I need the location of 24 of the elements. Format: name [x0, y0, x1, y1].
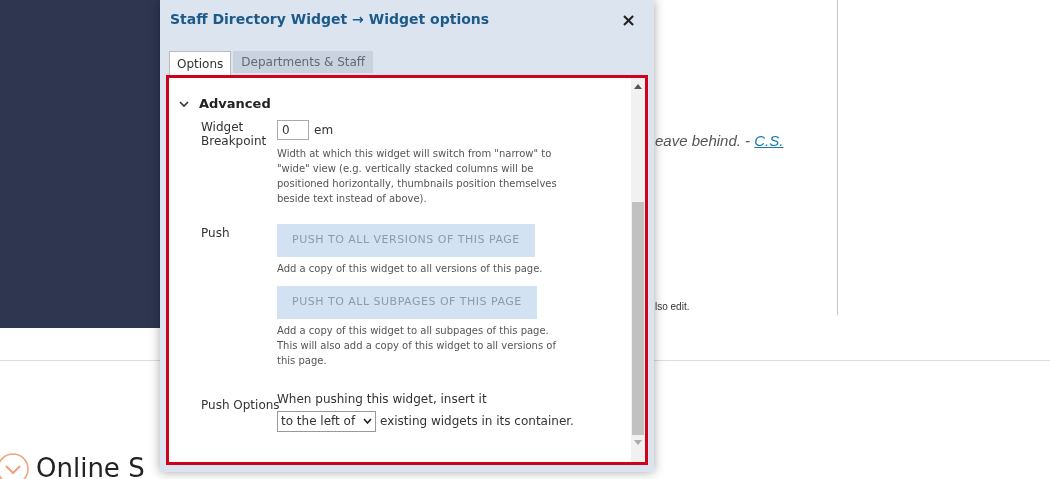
caret-icon — [363, 418, 372, 424]
scroll-down-icon — [634, 440, 642, 445]
note-text: lso edit. — [655, 299, 691, 314]
section-heading: Online S — [36, 452, 145, 479]
chevron-icon — [179, 99, 189, 108]
section-toggle[interactable]: Advanced — [179, 94, 623, 114]
help-text: Width at which this widget will switch from "narrow" to "wide" view (e.g. vertically stacked columns will be positioned horizontally, thumbnails position themselves beside text instead of above). — [277, 146, 558, 206]
position-select[interactable]: to the left of — [277, 410, 376, 432]
author-link[interactable]: C.S. — [754, 132, 784, 149]
scroll-up-icon — [634, 84, 642, 89]
quote-text: eave behind. - — [655, 132, 752, 149]
close-button[interactable]: × — [620, 5, 636, 33]
field-label: Widget Breakpoint — [200, 119, 268, 150]
tab[interactable]: Options — [169, 51, 232, 75]
field-label: Push Options — [200, 397, 277, 414]
help-text: Add a copy of this widget to all subpages of this page. This will also add a copy of this widget to all versions of this page. — [277, 323, 558, 368]
field-label: Push — [200, 224, 231, 242]
help-text: Add a copy of this widget to all versions of this page. — [277, 261, 544, 276]
tab[interactable]: Departments & Staff — [233, 51, 374, 73]
push-suffix: existing widgets in its container. — [380, 413, 574, 430]
unit-label: em — [314, 121, 334, 139]
dialog-title: Staff Directory Widget → Widget options — [170, 9, 490, 29]
push-intro: When pushing this widget, insert it — [277, 390, 488, 406]
breakpoint-input[interactable]: 0 — [277, 119, 309, 140]
